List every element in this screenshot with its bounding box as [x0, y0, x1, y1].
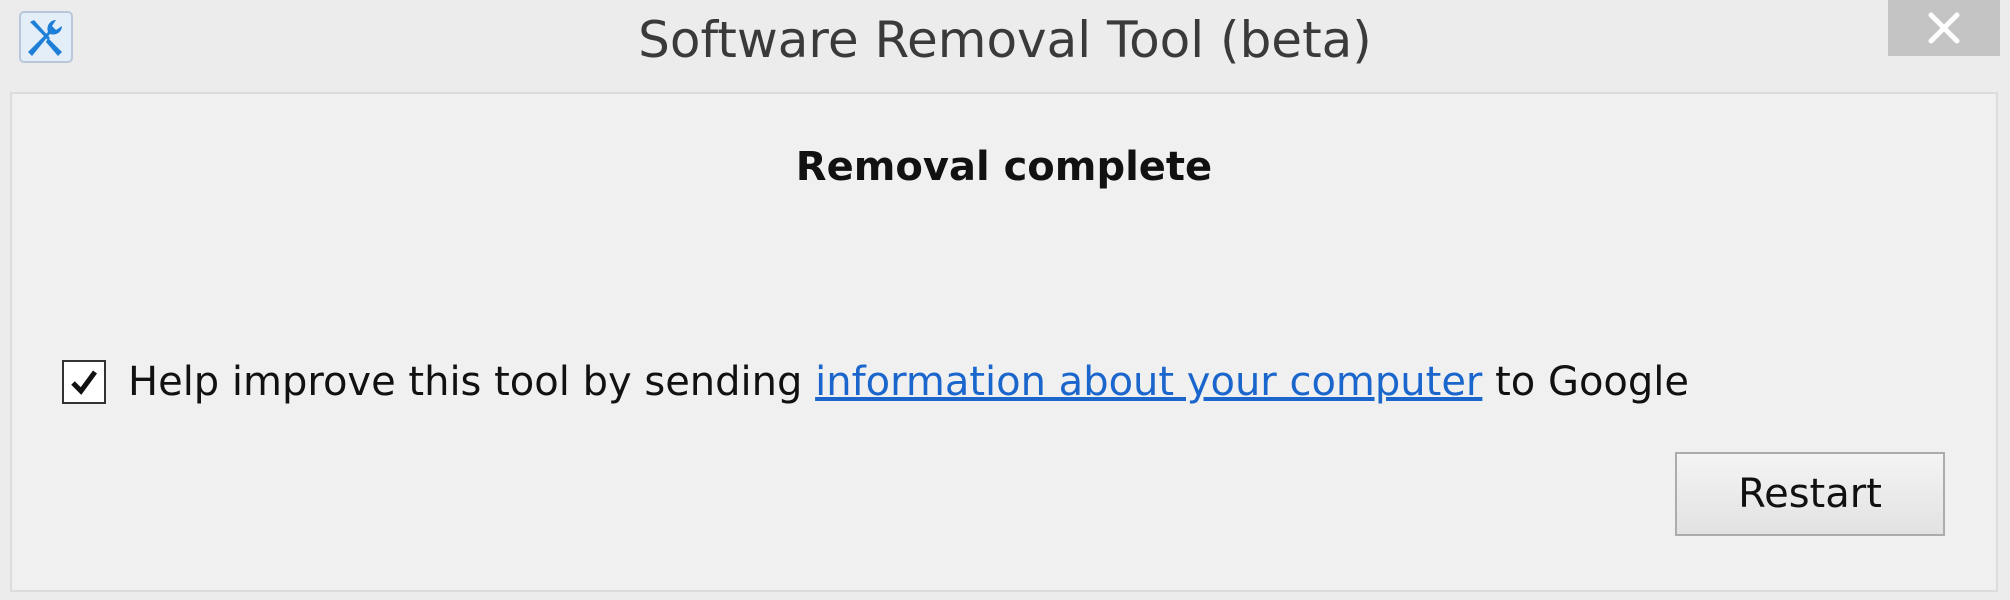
- status-heading: Removal complete: [795, 144, 1213, 190]
- restart-button[interactable]: Restart: [1675, 452, 1945, 536]
- close-button[interactable]: [1888, 0, 2000, 56]
- close-icon: [1928, 12, 1960, 44]
- software-removal-tool-window: Software Removal Tool (beta) Removal com…: [0, 0, 2010, 600]
- send-info-checkbox[interactable]: [62, 360, 106, 404]
- window-title: Software Removal Tool (beta): [638, 11, 1372, 69]
- consent-row: Help improve this tool by sending inform…: [62, 352, 1689, 412]
- info-link[interactable]: information about your computer: [815, 359, 1482, 405]
- consent-text-after: to Google: [1482, 359, 1690, 405]
- checkmark-icon: [71, 370, 98, 395]
- title-bar: Software Removal Tool (beta): [0, 0, 2010, 86]
- dialog-body: Removal complete Help improve this tool …: [10, 92, 1998, 592]
- consent-text-before: Help improve this tool by sending: [128, 359, 816, 405]
